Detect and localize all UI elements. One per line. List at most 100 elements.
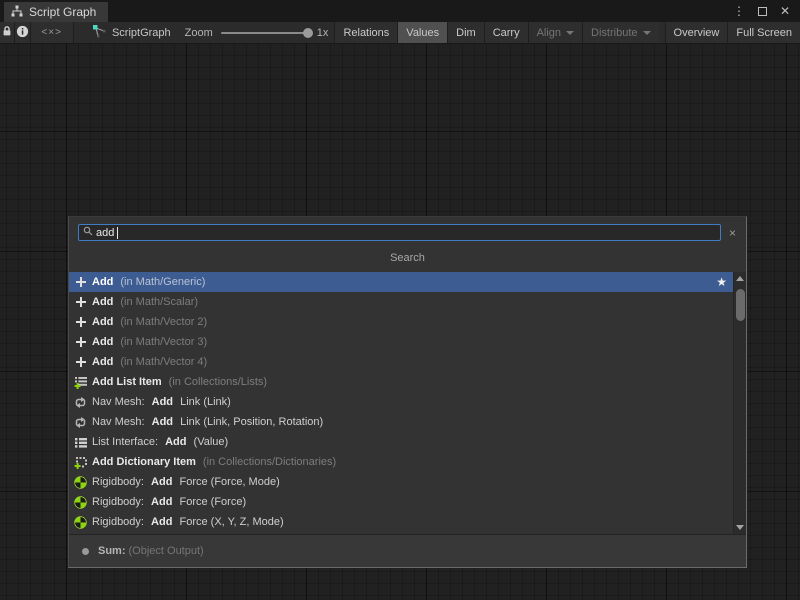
maximize-icon[interactable] (758, 7, 767, 16)
search-row: add × (69, 217, 746, 247)
scrollbar-thumb[interactable] (736, 289, 745, 321)
graph-toolbar: <×> ScriptGraph Zoom 1x Relations Values D… (0, 22, 800, 44)
result-match: Add Dictionary Item (92, 456, 196, 468)
zoom-label: Zoom (185, 27, 213, 39)
chevron-down-icon (566, 31, 574, 35)
result-row[interactable]: Add List Item(in Collections/Lists) (69, 372, 733, 392)
toolbar-button-align: Align (528, 22, 582, 43)
zoom-slider[interactable] (221, 32, 309, 34)
toolbar-button-label: Relations (343, 27, 389, 39)
result-match: Add (92, 296, 113, 308)
graph-name-label: ScriptGraph (112, 27, 171, 39)
result-match: Add (165, 436, 186, 448)
result-match: Add (151, 516, 172, 528)
result-prefix: Rigidbody: (92, 496, 147, 508)
result-category: (in Math/Scalar) (120, 296, 198, 308)
result-match: Add (92, 356, 113, 368)
result-row[interactable]: Add (in Math/Scalar) (69, 292, 733, 312)
result-prefix: Rigidbody: (92, 476, 147, 488)
zoom-control: Zoom 1x (179, 22, 335, 43)
result-match: Add (152, 416, 173, 428)
result-row[interactable]: Rigidbody: Add Force (X, Y, Z, Mode) (69, 512, 733, 532)
result-match: Add (92, 336, 113, 348)
code-icon: <×> (41, 27, 62, 38)
toolbar-spacer (74, 22, 84, 43)
toolbar-button-label: Distribute (591, 27, 637, 39)
script-graph-icon (92, 24, 106, 41)
search-input[interactable]: add (78, 224, 721, 241)
result-category: (in Math/Generic) (120, 276, 205, 288)
search-query-text: add (96, 227, 114, 239)
zoom-slider-handle[interactable] (303, 28, 313, 38)
toolbar-button-relations[interactable]: Relations (334, 22, 397, 43)
results-area: Add (in Math/Generic) ★ Add (in Math/Scalar)… (69, 272, 746, 534)
toolbar-button-carry[interactable]: Carry (484, 22, 528, 43)
toolbar-button-group: Relations Values DimCarry Align Distribute Ov… (334, 22, 800, 43)
rigidbody-icon (73, 476, 88, 489)
result-prefix: Nav Mesh: (92, 416, 148, 428)
toolbar-button-full-screen[interactable]: Full Screen (727, 22, 800, 43)
tab-script-graph[interactable]: Script Graph (4, 2, 108, 22)
toolbar-button-label: Overview (674, 27, 720, 39)
result-row[interactable]: Add (in Math/Vector 3) (69, 332, 733, 352)
chevron-down-icon (643, 31, 651, 35)
text-caret (117, 227, 118, 239)
lock-icon (1, 25, 13, 40)
result-suffix: (Value) (190, 436, 228, 448)
clear-search-icon[interactable]: × (721, 227, 740, 239)
result-prefix: Nav Mesh: (92, 396, 148, 408)
result-suffix: Force (X, Y, Z, Mode) (176, 516, 283, 528)
rigidbody-icon (73, 516, 88, 529)
footer-label: Sum: (98, 545, 126, 557)
plus-icon (73, 336, 88, 348)
fuzzy-finder-popup: add × Search Add(in Math/Generic)★Add(in… (68, 216, 747, 568)
result-prefix: List Interface: (92, 436, 161, 448)
scrollbar[interactable] (733, 272, 746, 534)
result-row[interactable]: List Interface: Add (Value) (69, 432, 733, 452)
result-row[interactable]: Add (in Math/Vector 2) (69, 312, 733, 332)
search-section-header: Search (69, 247, 746, 272)
tab-label: Script Graph (29, 5, 96, 19)
toolbar-button-dim[interactable]: Dim (447, 22, 484, 43)
search-icon (83, 226, 93, 239)
kebab-menu-icon[interactable]: ⋮ (733, 5, 745, 17)
navmesh-icon (73, 396, 88, 409)
result-suffix: Force (Force, Mode) (176, 476, 279, 488)
info-button[interactable] (15, 22, 30, 43)
toolbar-button-label: Values (406, 27, 439, 39)
code-view-button[interactable]: <×> (31, 22, 74, 43)
result-suffix: Force (Force) (176, 496, 246, 508)
result-match: Add (151, 496, 172, 508)
toolbar-button-values[interactable]: Values (397, 22, 447, 43)
result-match: Add (92, 316, 113, 328)
scroll-down-icon[interactable] (734, 521, 747, 534)
plus-icon (73, 356, 88, 368)
list-add-icon (73, 376, 88, 389)
result-row[interactable]: Add(in Math/Vector 4) (69, 352, 733, 372)
graph-hierarchy-icon (11, 5, 23, 20)
toolbar-button-label: Align (537, 27, 561, 39)
favorite-star-icon[interactable]: ★ (716, 275, 727, 289)
close-icon[interactable]: ✕ (780, 5, 790, 17)
result-prefix: Rigidbody: (92, 516, 147, 528)
result-row[interactable]: Nav Mesh: Add Link (Link, Position, Rota… (69, 412, 733, 432)
result-category: (in Math/Vector 2) (120, 316, 207, 328)
scroll-up-icon[interactable] (734, 272, 747, 285)
result-row[interactable]: Rigidbody: Add Force (Force, Mode) (69, 472, 733, 492)
result-suffix: Link (Link, Position, Rotation) (177, 416, 323, 428)
result-row[interactable]: Add Dictionary Item(in Collections/Dicti… (69, 452, 733, 472)
plus-icon (73, 296, 88, 308)
toolbar-button-overview[interactable]: Overview (665, 22, 728, 43)
dict-add-icon (73, 456, 88, 469)
result-match: Add (152, 396, 173, 408)
result-category: (in Math/Vector 3) (120, 336, 207, 348)
selection-preview-footer: Sum:(Object Output) (69, 534, 746, 567)
result-row[interactable]: Add (in Math/Generic) ★ (69, 272, 733, 292)
toolbar-button-distribute: Distribute (582, 22, 658, 43)
result-match: Add (92, 276, 113, 288)
footer-text: Sum:(Object Output) (98, 545, 204, 557)
lock-button[interactable] (0, 22, 15, 43)
result-suffix: Link (Link) (177, 396, 231, 408)
result-row[interactable]: Nav Mesh: Add Link (Link) (69, 392, 733, 412)
result-row[interactable]: Rigidbody: Add Force (Force) (69, 492, 733, 512)
